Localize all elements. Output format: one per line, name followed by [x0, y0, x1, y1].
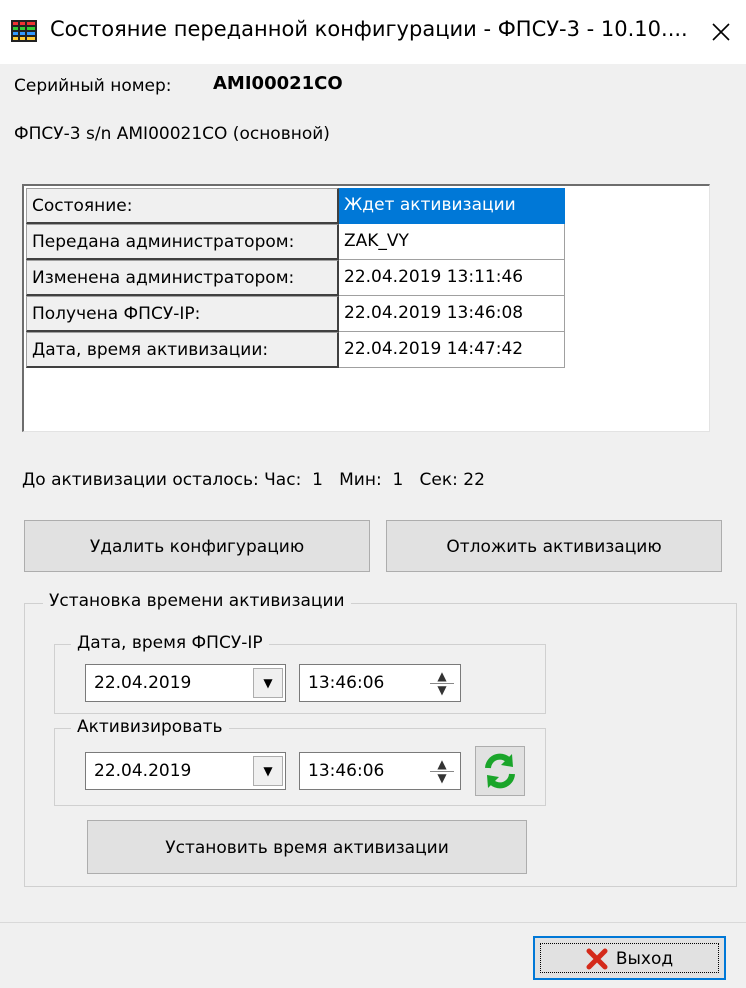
spin-buttons[interactable]: ▲ ▼: [428, 669, 456, 697]
fpsu-date-value: 22.04.2019: [94, 673, 192, 693]
activation-countdown: До активизации осталось: Час: 1 Мин: 1 С…: [22, 470, 485, 490]
group-title: Активизировать: [71, 717, 229, 737]
window-title: Состояние переданной конфигурации - ФПСУ…: [50, 17, 688, 41]
grid-key: Передана администратором:: [26, 224, 339, 260]
chevron-down-icon[interactable]: ▼: [253, 668, 283, 698]
exit-button[interactable]: Выход: [533, 936, 726, 980]
activate-time-value: 13:46:06: [308, 761, 385, 781]
chevron-down-icon[interactable]: ▼: [253, 756, 283, 786]
divider: [0, 922, 746, 923]
close-icon: [712, 23, 730, 41]
group-title: Установка времени активизации: [43, 591, 351, 611]
grid-value[interactable]: 22.04.2019 13:11:46: [339, 260, 565, 296]
fpsu-date-combo[interactable]: 22.04.2019 ▼: [85, 664, 286, 702]
grid-value[interactable]: ZAK_VY: [339, 224, 565, 260]
spin-buttons[interactable]: ▲ ▼: [428, 757, 456, 785]
refresh-button[interactable]: [475, 746, 525, 796]
postpone-activation-button[interactable]: Отложить активизацию: [386, 520, 722, 572]
activate-date-combo[interactable]: 22.04.2019 ▼: [85, 752, 286, 790]
grid-key: Состояние:: [26, 188, 339, 224]
grid-key: Получена ФПСУ-IP:: [26, 296, 339, 332]
app-grid-icon: [11, 20, 37, 42]
serial-label: Серийный номер:: [14, 76, 172, 96]
grid-value[interactable]: 22.04.2019 13:46:08: [339, 296, 565, 332]
grid-value[interactable]: 22.04.2019 14:47:42: [339, 332, 565, 368]
status-grid[interactable]: Состояние: Ждет активизации Передана адм…: [22, 184, 710, 432]
refresh-icon: [485, 753, 515, 789]
close-button[interactable]: [706, 14, 736, 48]
activate-date-value: 22.04.2019: [94, 761, 192, 781]
fpsu-time-value: 13:46:06: [308, 673, 385, 693]
grid-value[interactable]: Ждет активизации: [339, 188, 565, 224]
delete-config-button[interactable]: Удалить конфигурацию: [24, 520, 370, 572]
device-description: ФПСУ-3 s/n AMI00021CO (основной): [14, 124, 330, 144]
spin-up-icon[interactable]: ▲: [428, 669, 456, 683]
spin-up-icon[interactable]: ▲: [428, 757, 456, 771]
red-x-icon: [586, 948, 608, 970]
grid-key: Дата, время активизации:: [26, 332, 339, 368]
grid-key: Изменена администратором:: [26, 260, 339, 296]
spin-down-icon[interactable]: ▼: [428, 771, 456, 785]
title-bar: Состояние переданной конфигурации - ФПСУ…: [0, 0, 746, 64]
group-title: Дата, время ФПСУ-IP: [71, 633, 269, 653]
set-activation-time-button[interactable]: Установить время активизации: [87, 820, 527, 874]
spin-down-icon[interactable]: ▼: [428, 683, 456, 697]
serial-value: AMI00021CO: [213, 73, 343, 94]
activate-time-spinner[interactable]: 13:46:06 ▲ ▼: [299, 752, 461, 790]
exit-label: Выход: [615, 949, 674, 969]
fpsu-time-spinner[interactable]: 13:46:06 ▲ ▼: [299, 664, 461, 702]
